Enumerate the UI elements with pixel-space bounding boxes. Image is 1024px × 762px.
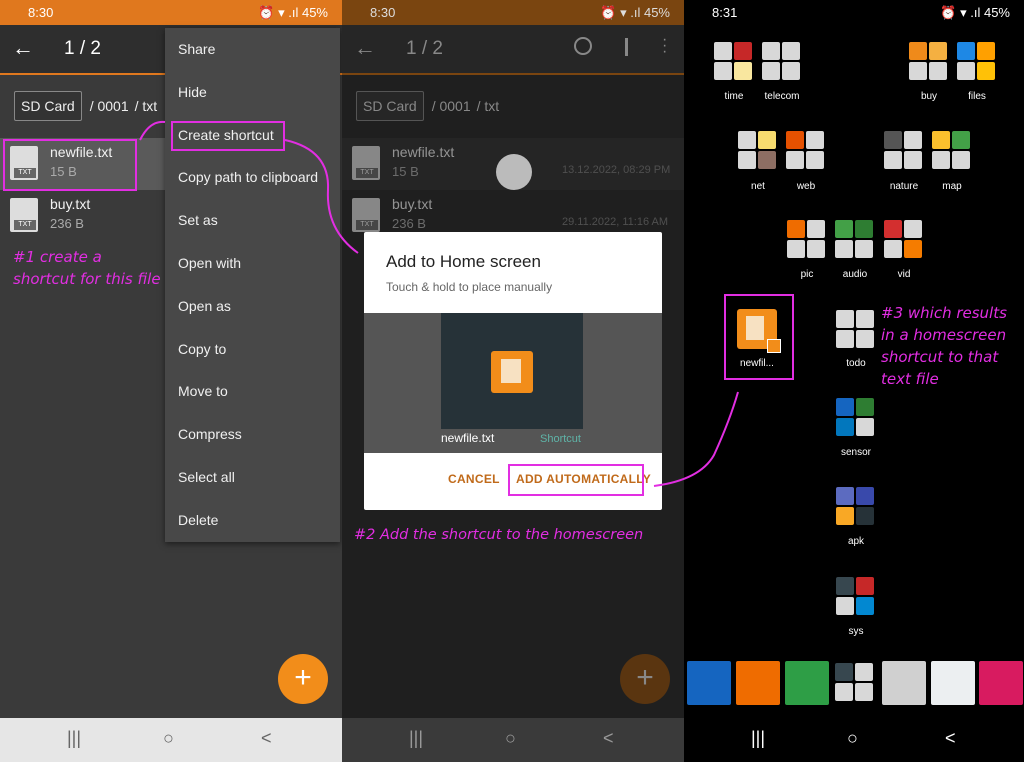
arrow-to-dialog	[284, 139, 359, 254]
annotation-arrows	[139, 120, 739, 487]
arrow-to-homescreen	[653, 391, 739, 487]
arrow-to-menu	[139, 120, 166, 141]
